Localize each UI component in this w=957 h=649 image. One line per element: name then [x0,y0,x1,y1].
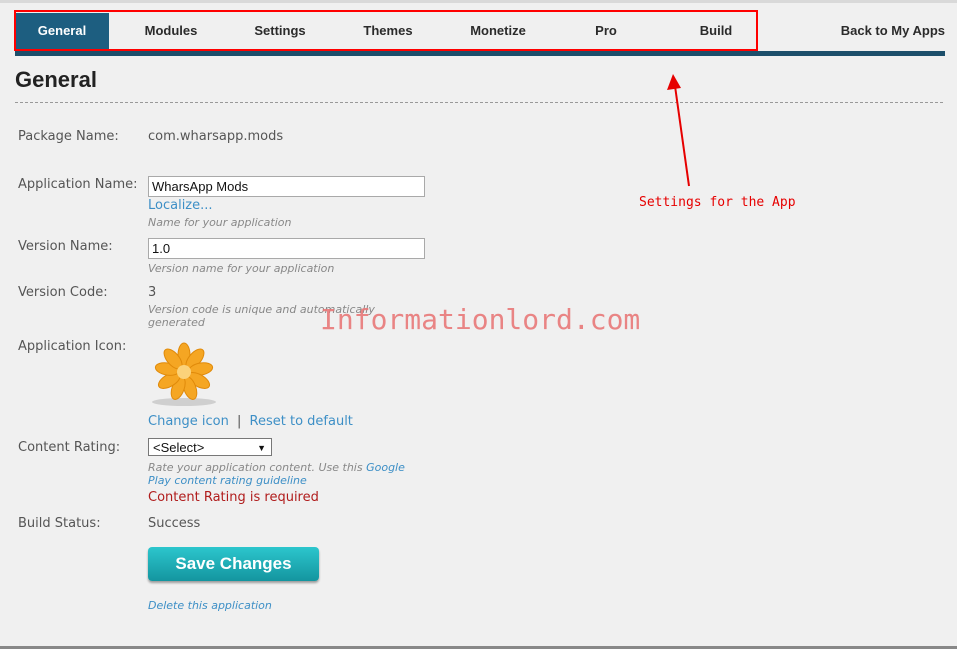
version-code-label: Version Code: [18,285,108,300]
application-name-hint: Name for your application [148,216,292,229]
application-icon-label: Application Icon: [18,339,127,354]
build-status-label: Build Status: [18,516,101,531]
annotation-text: Settings for the App [639,195,796,210]
content-rating-hint-text: Rate your application content. Use this [148,461,367,474]
delete-application-link[interactable]: Delete this application [148,599,272,612]
tab-bar-underline [15,51,945,56]
icon-actions: Change icon | Reset to default [148,414,353,429]
build-status-value: Success [148,516,201,531]
content-rating-select[interactable]: <Select> ▼ [148,438,272,456]
package-name-label: Package Name: [18,129,119,144]
version-code-value: 3 [148,285,157,300]
reset-to-default-link[interactable]: Reset to default [250,414,353,429]
save-changes-button[interactable]: Save Changes [148,547,319,581]
annotation-arrow-icon [667,74,690,187]
version-name-label: Version Name: [18,239,113,254]
top-border [0,0,957,3]
localize-link[interactable]: Localize... [148,198,213,213]
watermark-text: Informationlord.com [320,303,641,336]
content-rating-error: Content Rating is required [148,490,319,505]
application-name-input[interactable]: WharsApp Mods [148,176,425,197]
dropdown-arrow-icon: ▼ [257,443,266,453]
content-rating-hint: Rate your application content. Use this … [148,461,428,487]
content-rating-selected: <Select> [153,440,205,455]
package-name-value: com.wharsapp.mods [148,129,284,144]
content-rating-label: Content Rating: [18,440,121,455]
google-link[interactable]: Google [366,461,405,474]
icon-actions-separator: | [237,414,242,429]
version-name-hint: Version name for your application [148,262,335,275]
annotation-highlight-box [14,10,758,51]
orange-flower-icon [148,338,220,410]
version-name-input[interactable]: 1.0 [148,238,425,259]
back-to-my-apps-link[interactable]: Back to My Apps [825,13,945,49]
change-icon-link[interactable]: Change icon [148,414,229,429]
page-title: General [15,67,97,92]
application-name-label: Application Name: [18,177,138,192]
play-content-rating-guideline-link[interactable]: Play content rating guideline [148,474,307,487]
title-divider [15,102,943,103]
